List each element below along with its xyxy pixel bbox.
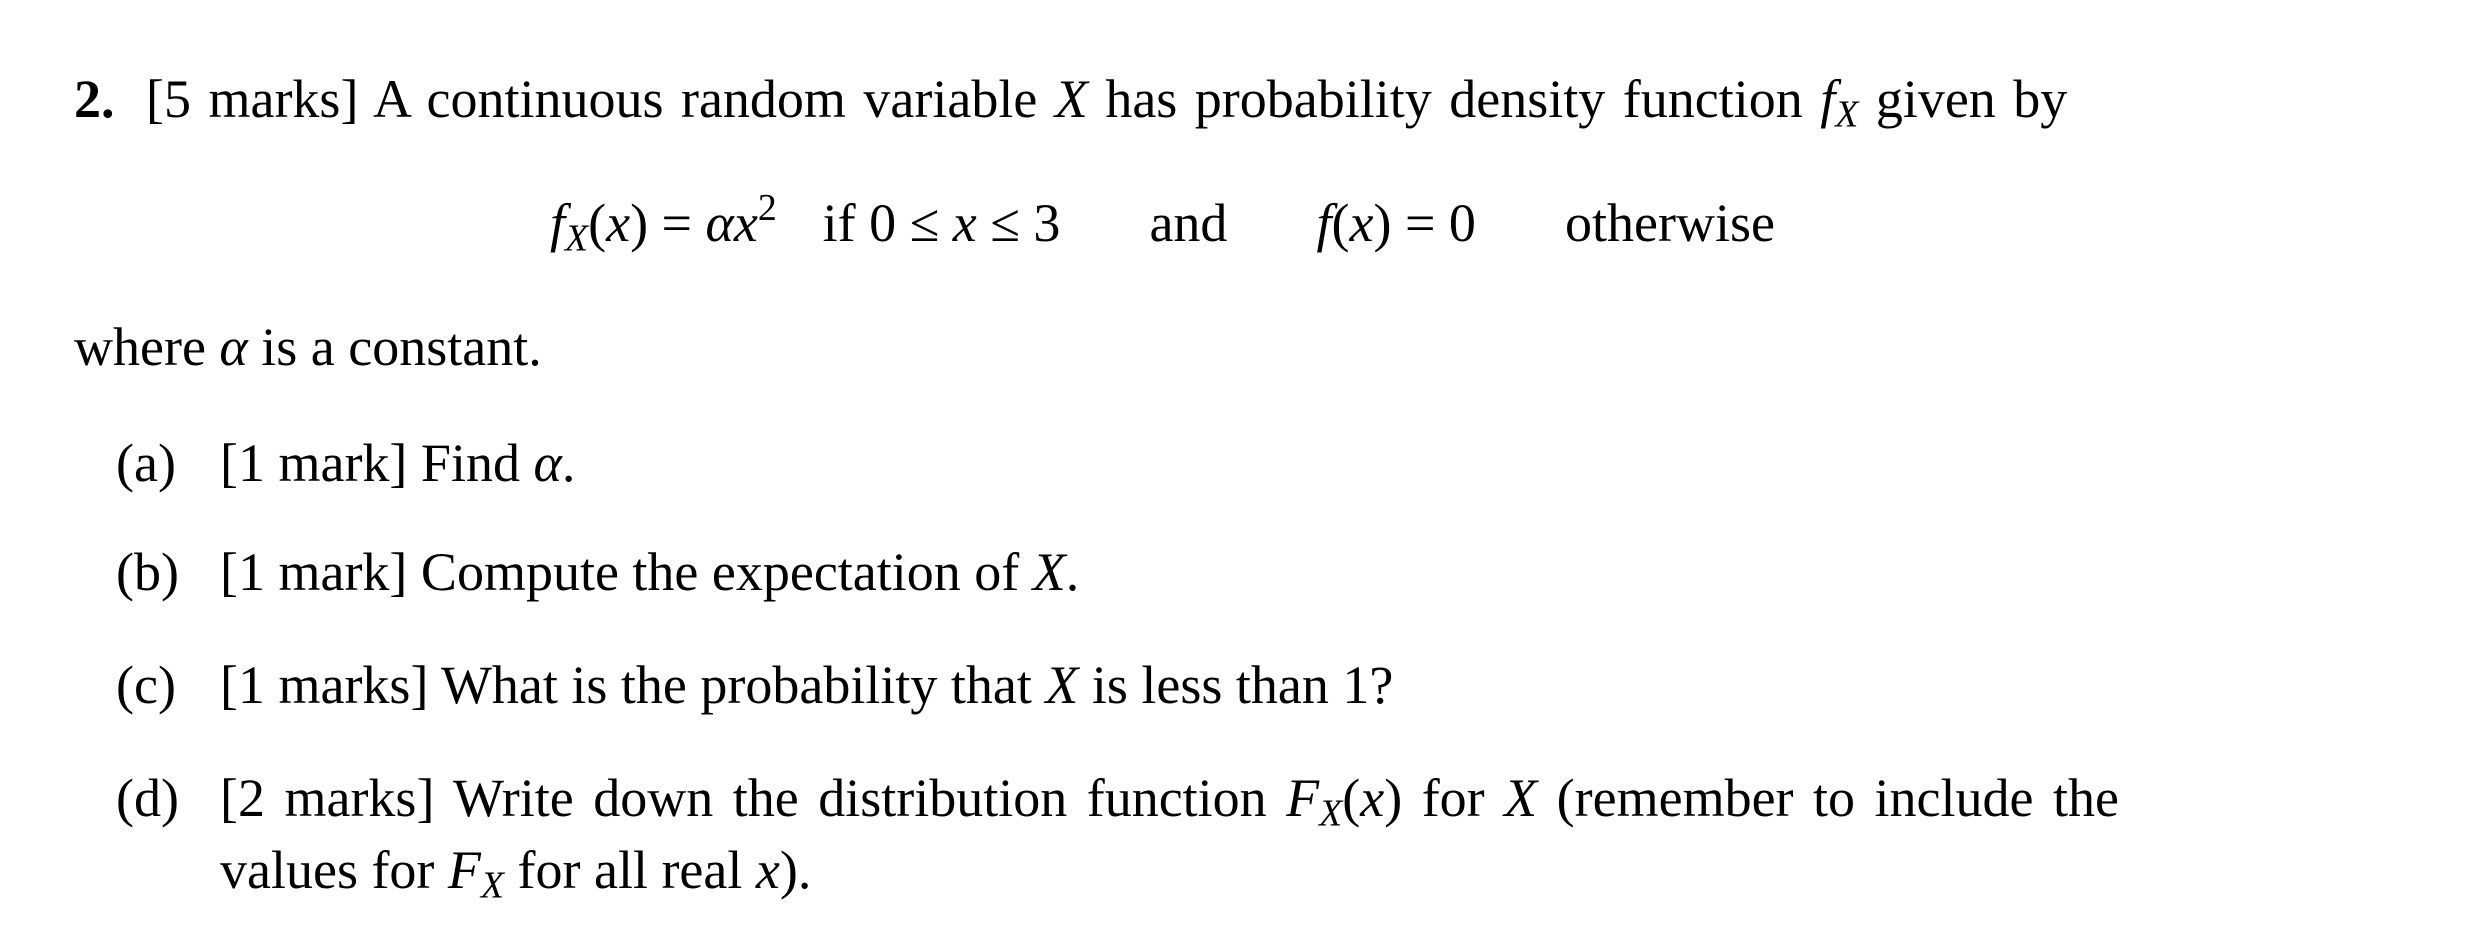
cont-cdf-symbol: FX [447, 840, 505, 907]
part-math: α [533, 433, 562, 493]
variable-x: X [1054, 69, 1088, 129]
part-a: (a) [1 mark] Find α. [116, 436, 575, 490]
part-end: . [561, 433, 576, 493]
part-end: (remember to include the [1556, 768, 2119, 828]
cont-text: values for [220, 840, 435, 900]
pdf-symbol: fX [1820, 69, 1859, 136]
intro-text-3: given by [1875, 69, 2068, 129]
part-d-continuation: values for FX for all real x). [220, 840, 812, 907]
part-mid: for [1421, 768, 1485, 828]
eq-alpha-x: αx [705, 193, 758, 253]
eq-condition-end: ≤ 3 [976, 193, 1061, 253]
part-text: Find [420, 433, 520, 493]
part-text: What is the probability that [440, 655, 1032, 715]
cdf-symbol: FX(x) [1286, 768, 1403, 835]
problem-statement: 2. [5 marks] A continuous random variabl… [74, 69, 2068, 136]
part-marks: [1 mark] [220, 542, 408, 602]
part-end: . [1065, 542, 1080, 602]
eq-exponent: 2 [757, 187, 777, 230]
part-marks: [1 marks] [220, 655, 429, 715]
part-marks: [2 marks] [220, 768, 435, 828]
cont-text-2: for all real [517, 840, 743, 900]
part-math: X [1045, 655, 1079, 715]
eq-f2-arg: (x) [1331, 193, 1392, 253]
where-text-2: is a constant. [261, 317, 542, 377]
part-b: (b) [1 mark] Compute the expectation of X… [116, 545, 1079, 599]
part-text: Compute the expectation of [420, 542, 1020, 602]
pdf-equation: fX(x) = αx2 if 0 ≤ x ≤ 3 and f(x) = 0 ot… [550, 189, 1775, 257]
eq-condition: if 0 ≤ [822, 193, 953, 253]
part-label: (a) [116, 433, 176, 493]
part-end: is less than 1? [1091, 655, 1394, 715]
where-alpha: α [219, 317, 248, 377]
where-text: where [74, 317, 206, 377]
eq-f2: f [1316, 193, 1332, 253]
eq-and: and [1149, 193, 1228, 253]
part-label: (b) [116, 542, 179, 602]
intro-text-2: has probability density function [1105, 69, 1803, 129]
eq-sub: X [565, 217, 589, 260]
part-label: (c) [116, 655, 176, 715]
eq-equals: = [648, 193, 706, 253]
problem-marks: [5 marks] [146, 69, 359, 129]
part-math: X [1032, 542, 1066, 602]
problem-number: 2. [74, 69, 115, 129]
cont-end: ). [779, 840, 812, 900]
eq-f2-equals: = 0 [1391, 193, 1476, 253]
part-math-2: X [1504, 768, 1538, 828]
part-marks: [1 mark] [220, 433, 408, 493]
intro-text: A continuous random variable [372, 69, 1038, 129]
eq-condition-x: x [952, 193, 977, 253]
eq-otherwise: otherwise [1565, 193, 1775, 253]
part-d: (d) [2 marks] Write down the distribution… [116, 768, 2119, 835]
part-c: (c) [1 marks] What is the probability tha… [116, 658, 1393, 712]
where-statement: where α is a constant. [74, 320, 542, 374]
cont-x: x [755, 840, 780, 900]
part-label: (d) [116, 768, 179, 828]
eq-arg: (x) [588, 193, 649, 253]
eq-f: f [550, 193, 566, 253]
part-text: Write down the distribution function [452, 768, 1267, 828]
